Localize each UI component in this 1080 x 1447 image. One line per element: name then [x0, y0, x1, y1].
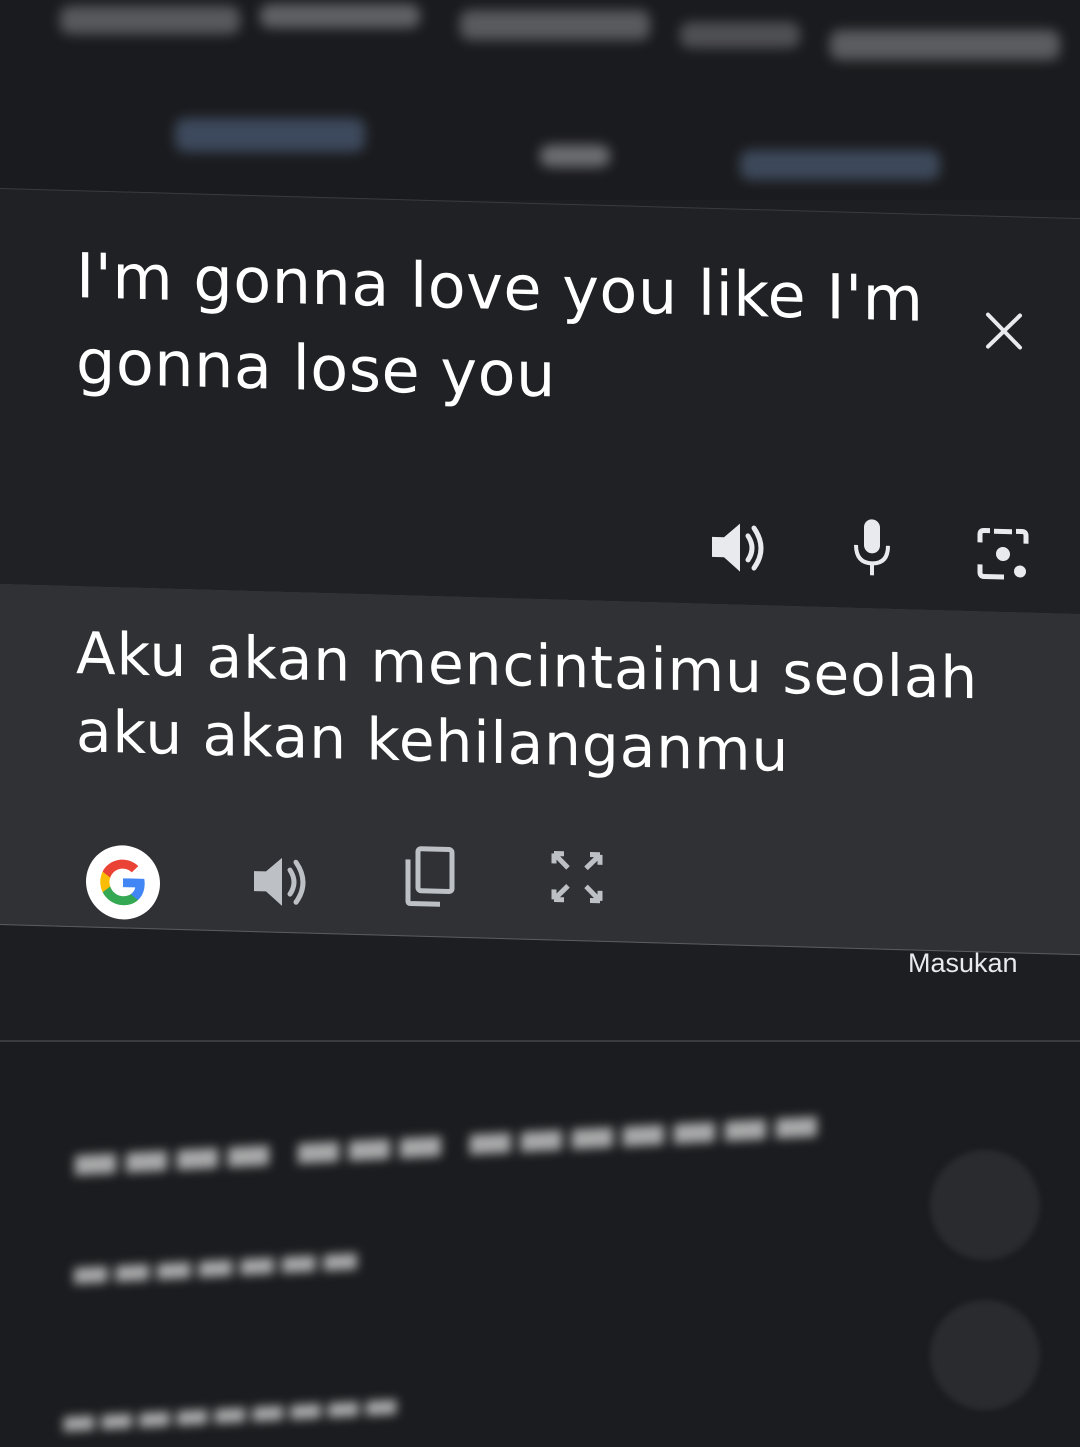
google-logo-icon[interactable]	[86, 844, 160, 921]
source-text[interactable]: I'm gonna love you like I'm gonna lose y…	[76, 233, 936, 429]
fullscreen-icon[interactable]	[550, 849, 604, 905]
microphone-icon[interactable]	[850, 517, 894, 580]
camera-lens-icon[interactable]	[976, 526, 1030, 582]
speaker-icon[interactable]	[250, 853, 310, 911]
speaker-icon[interactable]	[708, 519, 768, 577]
translation-card: I'm gonna love you like I'm gonna lose y…	[0, 188, 1080, 993]
copy-icon[interactable]	[402, 845, 456, 909]
blurred-item: ▬▬▬▬▬▬▬▬▬	[60, 1381, 401, 1445]
blurred-heading: ▬▬▬▬ ▬▬▬ ▬▬▬▬▬▬▬	[70, 1090, 822, 1193]
blurred-icon	[930, 1300, 1040, 1410]
source-panel: I'm gonna love you like I'm gonna lose y…	[0, 188, 1080, 616]
blurred-item: ▬▬▬▬▬▬▬	[70, 1232, 362, 1299]
target-panel: Aku akan mencintaimu seolah aku akan keh…	[0, 584, 1080, 956]
blurred-header	[0, 0, 1080, 200]
blurred-results: ▬▬▬▬ ▬▬▬ ▬▬▬▬▬▬▬ ▬▬▬▬▬▬▬ ▬▬▬▬▬▬▬▬▬	[0, 1040, 1080, 1447]
translated-text: Aku akan mencintaimu seolah aku akan keh…	[76, 619, 979, 786]
translate-screen: I'm gonna love you like I'm gonna lose y…	[0, 0, 1080, 1447]
feedback-link[interactable]: Masukan	[908, 948, 1018, 979]
close-icon[interactable]	[978, 304, 1030, 357]
blurred-icon	[930, 1150, 1040, 1260]
